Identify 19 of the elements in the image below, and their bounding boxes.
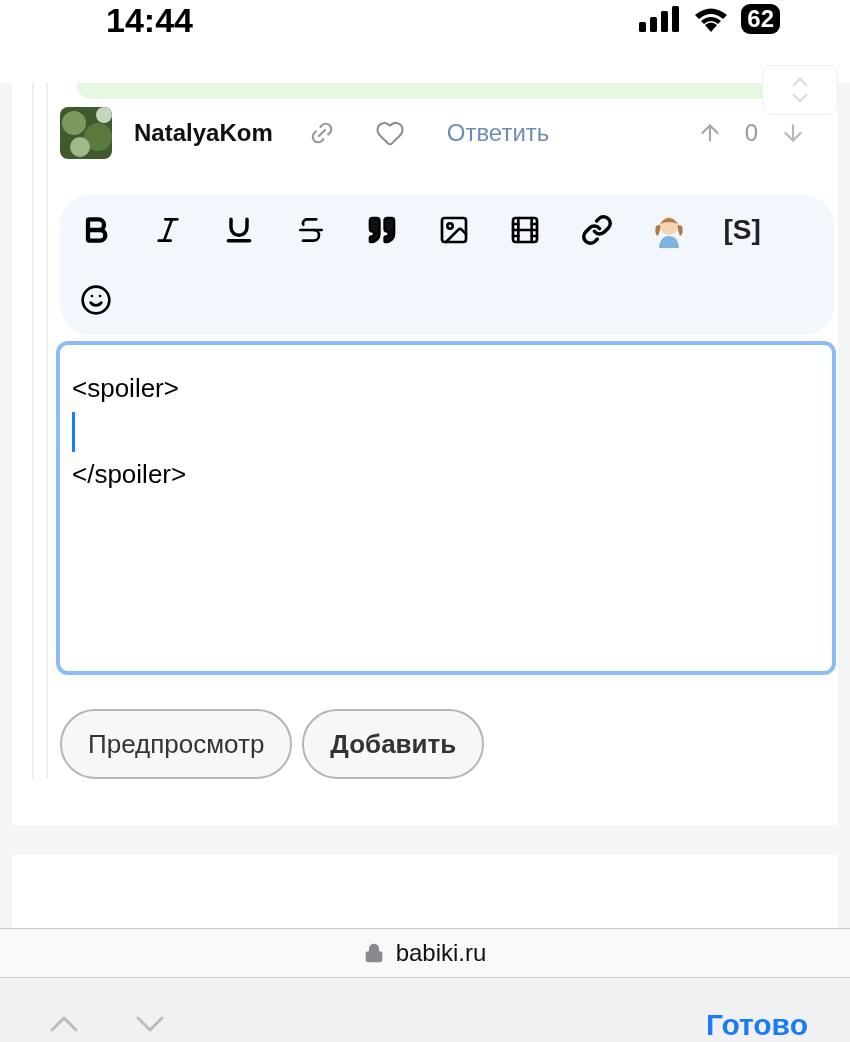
- status-time: 14:44: [106, 0, 193, 40]
- preview-button[interactable]: Предпросмотр: [60, 709, 293, 779]
- editor-line: </spoiler>: [72, 458, 187, 491]
- editor-line: <spoiler>: [72, 372, 179, 405]
- spoiler-button[interactable]: [S]: [723, 216, 761, 244]
- done-button[interactable]: Готово: [705, 1008, 808, 1042]
- url-text[interactable]: babiki.ru: [395, 935, 487, 971]
- battery-indicator: 62: [741, 4, 780, 34]
- lock-icon: [363, 943, 384, 963]
- wifi-icon: [693, 6, 730, 32]
- link-icon[interactable]: [580, 214, 613, 246]
- author-name[interactable]: NatalyaKom: [134, 115, 273, 151]
- comment-text-field[interactable]: <spoiler> </spoiler>: [56, 341, 836, 675]
- quote-icon[interactable]: [366, 214, 398, 246]
- signal-icon: [639, 6, 682, 32]
- smiley-icon[interactable]: [80, 284, 112, 316]
- vote-score: 0: [744, 118, 758, 148]
- submit-button[interactable]: Добавить: [302, 709, 485, 779]
- film-icon[interactable]: [509, 214, 541, 246]
